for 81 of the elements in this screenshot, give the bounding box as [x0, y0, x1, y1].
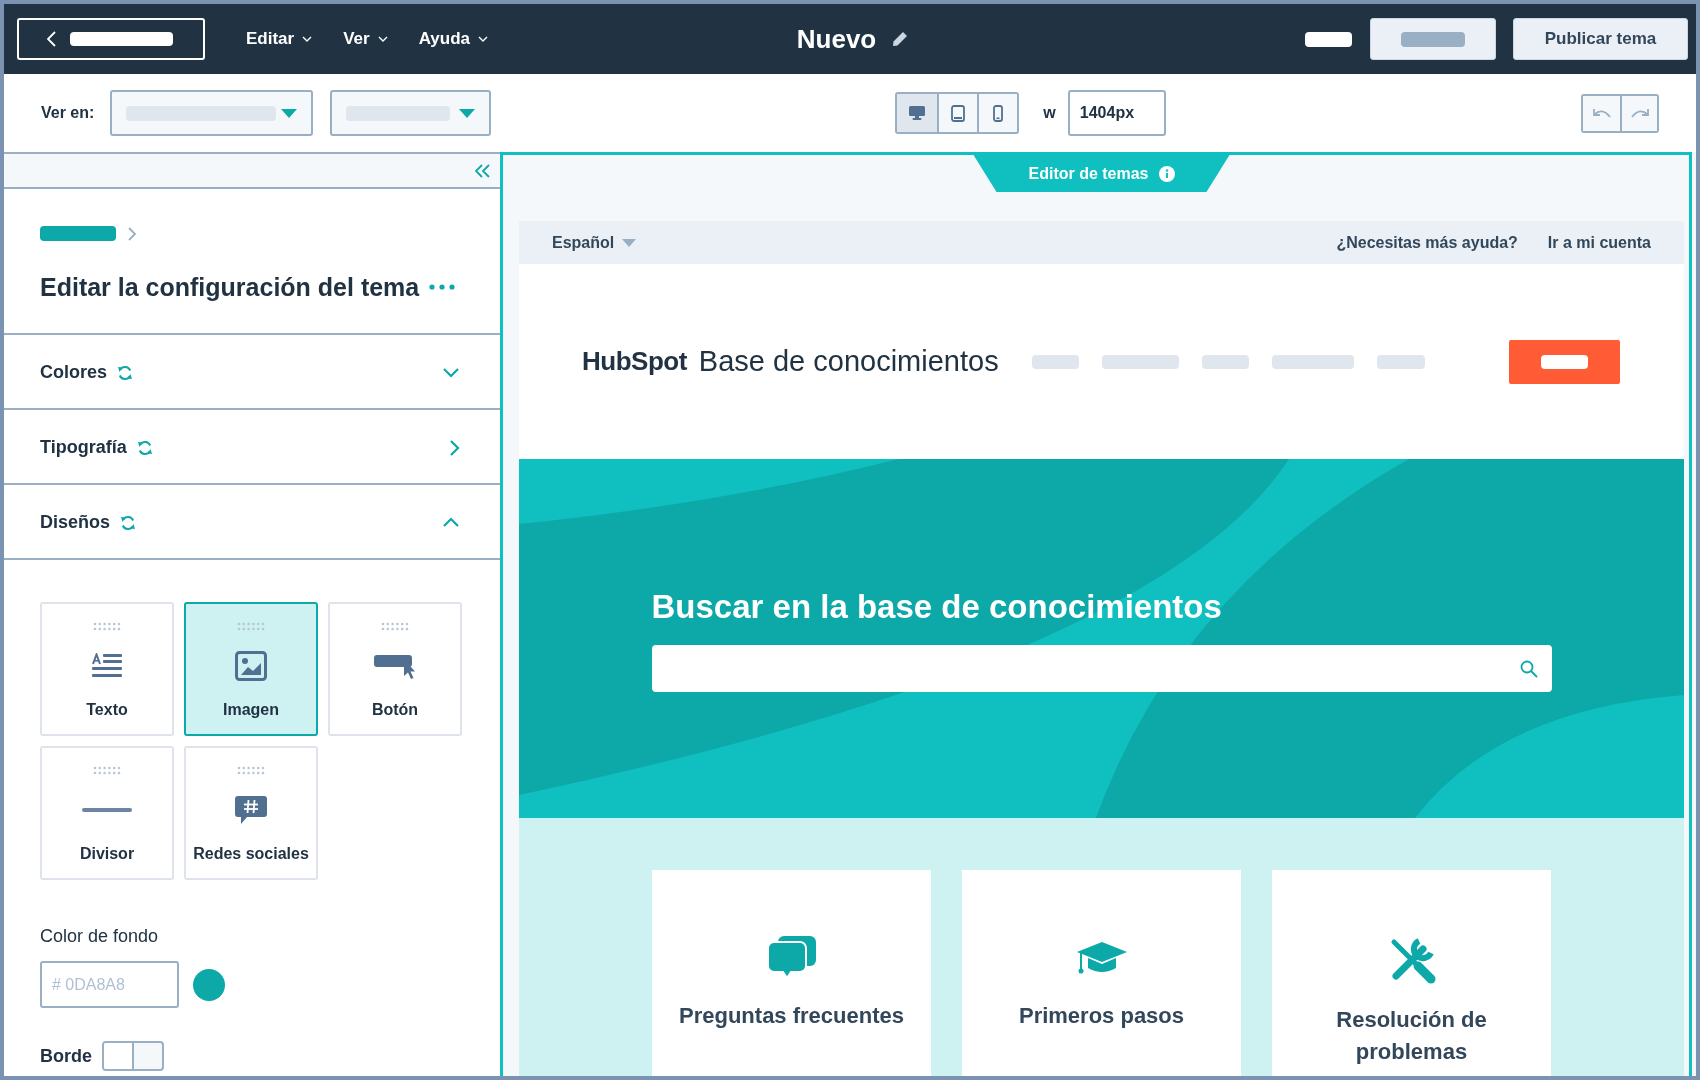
color-swatch-icon[interactable]: [193, 968, 225, 1001]
field-label: Color de fondo: [40, 926, 159, 947]
chevron-left-icon: [47, 31, 56, 47]
layout-tile[interactable]: Botón: [328, 602, 462, 736]
panel-title: Editar la configuración del tema: [40, 272, 420, 302]
search-icon[interactable]: [1519, 659, 1538, 678]
category-card[interactable]: Preguntas frecuentes: [652, 870, 931, 1076]
layout-tile[interactable]: Imagen: [184, 602, 318, 736]
desktop-view-button[interactable]: [897, 94, 938, 132]
caret-down-icon: [478, 36, 488, 42]
back-button[interactable]: [17, 18, 205, 60]
nav-link[interactable]: Ir a mi cuenta: [1547, 233, 1651, 252]
mobile-view-button[interactable]: [977, 94, 1018, 132]
secondary-button[interactable]: [1370, 18, 1496, 60]
nav-placeholder-bar[interactable]: [1376, 354, 1425, 369]
page-title: Nuevo: [796, 23, 877, 55]
language-selector[interactable]: Español: [552, 233, 637, 252]
placeholder-bar: [1401, 31, 1465, 47]
double-chevron-left-icon[interactable]: [475, 163, 491, 178]
layout-tile[interactable]: Divisor: [40, 746, 174, 880]
caret-down-icon: [281, 108, 298, 118]
nav-placeholder-bar[interactable]: [1031, 354, 1079, 369]
drag-handle-icon: [237, 766, 265, 775]
width-input[interactable]: 1404px: [1067, 90, 1166, 136]
undo-button[interactable]: [1583, 95, 1620, 131]
menu-button[interactable]: Ayuda: [418, 29, 488, 49]
category-card[interactable]: Primeros pasos: [962, 870, 1241, 1076]
pencil-icon[interactable]: [892, 31, 909, 47]
dropdown[interactable]: [330, 90, 492, 136]
button-cursor-icon: [374, 653, 416, 679]
drag-handle-icon: [237, 622, 265, 631]
category-card[interactable]: Resolución de problemas: [1272, 870, 1551, 1076]
monitor-icon: [909, 106, 926, 120]
site-title: Base de conocimientos: [698, 345, 999, 378]
caret-down-icon: [302, 36, 313, 42]
image-icon: [235, 651, 267, 681]
redo-button[interactable]: [1620, 95, 1657, 131]
redo-icon: [1630, 107, 1649, 119]
nav-placeholder-bar[interactable]: [1101, 354, 1179, 369]
text-lines-icon: [92, 653, 122, 679]
search-field[interactable]: [651, 645, 1552, 692]
drag-handle-icon: [93, 766, 121, 775]
hashtag-bubble-icon: [235, 795, 267, 825]
caret-down-icon: [377, 36, 388, 42]
more-options-icon[interactable]: [429, 284, 456, 290]
tablet-view-button[interactable]: [937, 94, 978, 132]
badge-label: Editor de temas: [1028, 164, 1149, 183]
nav-link[interactable]: ¿Necesitas más ayuda?: [1336, 233, 1518, 252]
width-label: w: [1043, 104, 1056, 122]
chevron-right-icon: [128, 226, 136, 241]
chevron-right-icon: [449, 438, 460, 457]
nav-placeholder-bar[interactable]: [1201, 354, 1249, 369]
drag-handle-icon: [93, 622, 121, 631]
layout-tile[interactable]: Redes sociales: [184, 746, 318, 880]
chevron-down-icon: [442, 367, 460, 378]
placeholder-bar: [1541, 354, 1588, 369]
menu-button[interactable]: Editar: [246, 29, 313, 49]
hero-title: Buscar en la base de conocimientos: [651, 587, 1223, 627]
field-label: Borde: [40, 1045, 92, 1067]
logo[interactable]: HubSpot: [582, 346, 687, 377]
caret-down-icon: [622, 238, 637, 247]
tablet-icon: [951, 104, 966, 122]
placeholder-bar: [1305, 31, 1352, 47]
toggle-switch[interactable]: [102, 1041, 164, 1071]
undo-icon: [1592, 107, 1611, 119]
view-label: Ver en:: [41, 104, 95, 122]
phone-icon: [993, 104, 1004, 122]
nav-placeholder-bar[interactable]: [1271, 354, 1354, 369]
info-icon[interactable]: [1158, 165, 1175, 182]
menu-button[interactable]: Ver: [343, 29, 388, 49]
caret-down-icon: [459, 108, 476, 118]
refresh-icon[interactable]: [117, 364, 134, 381]
dropdown[interactable]: [110, 90, 314, 136]
refresh-icon[interactable]: [136, 439, 153, 456]
refresh-icon[interactable]: [120, 514, 137, 531]
layout-tile[interactable]: Texto: [40, 602, 174, 736]
chevron-up-icon: [442, 517, 460, 528]
publish-button[interactable]: Publicar tema: [1513, 18, 1688, 60]
color-input[interactable]: # 0DA8A8: [40, 961, 179, 1008]
cta-button[interactable]: [1509, 339, 1620, 384]
drag-handle-icon: [381, 622, 409, 631]
